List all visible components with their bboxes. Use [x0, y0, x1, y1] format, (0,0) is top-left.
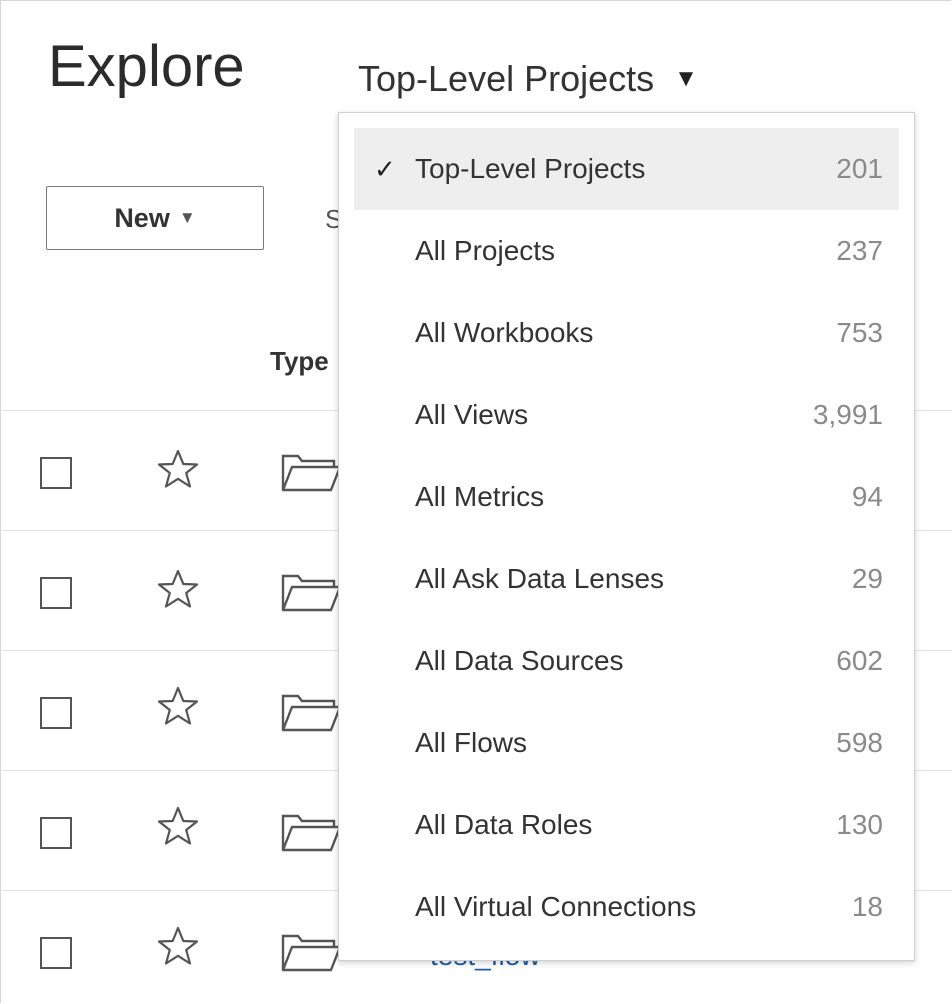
menu-item-all-metrics[interactable]: All Metrics 94: [354, 456, 899, 538]
sort-label-fragment: S: [325, 204, 338, 234]
folder-open-icon: [281, 454, 340, 492]
menu-item-count: 201: [836, 153, 883, 184]
row-checkbox[interactable]: [40, 937, 72, 969]
menu-item-label: All Workbooks: [415, 317, 594, 348]
menu-item-all-virtual-connections[interactable]: All Virtual Connections 18: [354, 866, 899, 948]
menu-item-label: All Ask Data Lenses: [415, 563, 665, 594]
column-header-type[interactable]: Type: [270, 346, 329, 377]
row-checkbox[interactable]: [40, 577, 72, 609]
row-checkbox[interactable]: [40, 817, 72, 849]
menu-item-label: All Data Roles: [415, 809, 593, 840]
caret-down-icon: ▼: [178, 208, 196, 227]
menu-item-label: All Flows: [415, 727, 528, 758]
menu-item-count: 18: [851, 891, 883, 922]
menu-item-count: 3,991: [812, 399, 883, 430]
star-outline-icon[interactable]: [156, 685, 200, 729]
menu-item-count: 602: [836, 645, 883, 676]
menu-item-top-level-projects[interactable]: ✓ Top-Level Projects 201: [354, 128, 899, 210]
menu-item-label: All Data Sources: [415, 645, 624, 676]
menu-item-count: 753: [836, 317, 883, 348]
menu-item-label: Top-Level Projects: [415, 153, 646, 184]
menu-item-count: 598: [836, 727, 883, 758]
page-title: Explore: [48, 34, 245, 99]
caret-down-icon: ▼: [674, 65, 698, 92]
folder-open-icon: [281, 814, 340, 852]
star-outline-icon[interactable]: [156, 925, 200, 969]
menu-item-count: 29: [851, 563, 883, 594]
row-checkbox[interactable]: [40, 457, 72, 489]
new-button-label: New: [114, 202, 170, 233]
folder-open-icon: [281, 694, 340, 732]
folder-open-icon: [281, 934, 340, 972]
menu-item-label: All Virtual Connections: [415, 891, 697, 922]
menu-item-all-ask-data-lenses[interactable]: All Ask Data Lenses 29: [354, 538, 899, 620]
checkmark-icon: ✓: [374, 153, 396, 184]
menu-item-all-projects[interactable]: All Projects 237: [354, 210, 899, 292]
row-checkbox[interactable]: [40, 697, 72, 729]
menu-item-all-workbooks[interactable]: All Workbooks 753: [354, 292, 899, 374]
menu-item-all-data-sources[interactable]: All Data Sources 602: [354, 620, 899, 702]
menu-item-count: 130: [836, 809, 883, 840]
menu-item-all-views[interactable]: All Views 3,991: [354, 374, 899, 456]
menu-item-count: 94: [851, 481, 883, 512]
menu-item-label: All Metrics: [415, 481, 545, 512]
menu-item-all-data-roles[interactable]: All Data Roles 130: [354, 784, 899, 866]
folder-open-icon: [281, 574, 340, 612]
new-button[interactable]: New ▼: [46, 186, 264, 250]
menu-item-label: All Projects: [415, 235, 556, 266]
content-type-dropdown: ✓ Top-Level Projects 201 All Projects 23…: [338, 112, 915, 961]
star-outline-icon[interactable]: [156, 448, 200, 492]
menu-item-label: All Views: [415, 399, 529, 430]
star-outline-icon[interactable]: [156, 805, 200, 849]
selector-label: Top-Level Projects: [358, 58, 655, 99]
star-outline-icon[interactable]: [156, 568, 200, 612]
menu-item-all-flows[interactable]: All Flows 598: [354, 702, 899, 784]
menu-item-count: 237: [836, 235, 883, 266]
content-type-selector[interactable]: Top-Level Projects ▼: [358, 58, 698, 100]
